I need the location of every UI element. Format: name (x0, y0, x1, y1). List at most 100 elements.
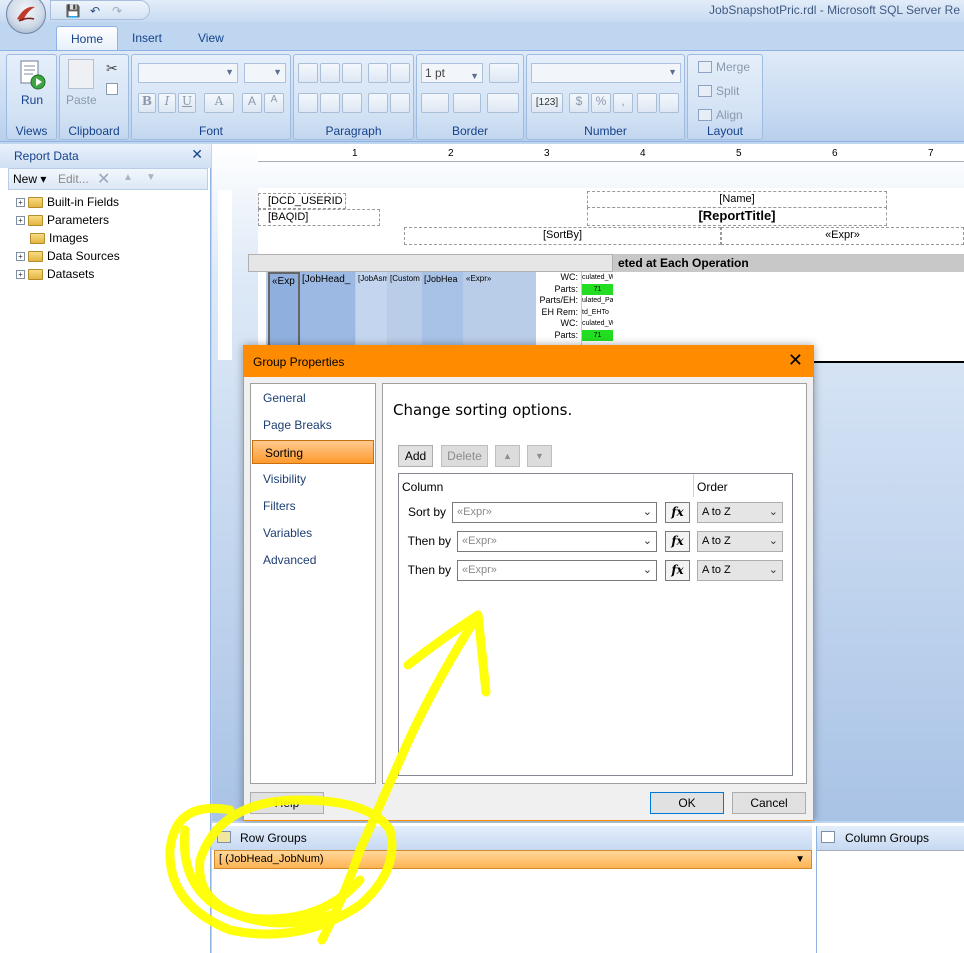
font-name-combo[interactable]: ▼ (138, 63, 238, 83)
merge-button[interactable]: Merge (716, 60, 750, 74)
tablix-header-cell[interactable]: eted at Each Operation (613, 254, 964, 272)
move-down-icon[interactable]: ▼ (527, 445, 552, 467)
tree-item-parameters[interactable]: + Parameters (16, 213, 109, 231)
fill-color-icon[interactable] (489, 63, 519, 83)
bold-icon[interactable]: B (138, 93, 156, 113)
sort-expression-combo[interactable]: «Expr» ⌄ (452, 502, 657, 523)
nav-filters[interactable]: Filters (251, 494, 375, 518)
views-group: Run Views (6, 54, 57, 140)
bottom-align-icon[interactable] (342, 93, 362, 113)
report-body[interactable]: [DCD_USERID [BAQID] [Name] [ReportTitle]… (248, 188, 964, 363)
tablix-column-handles[interactable] (248, 254, 613, 272)
border-style-icon[interactable] (421, 93, 449, 113)
expression-value: «Expr» (457, 506, 492, 518)
decrease-indent-icon[interactable] (368, 63, 388, 83)
row-group-item[interactable]: [ (JobHead_JobNum) ▼ (214, 850, 812, 869)
ok-button[interactable]: OK (650, 792, 724, 814)
sort-order-combo[interactable]: A to Z ⌄ (697, 502, 783, 523)
copy-icon[interactable] (106, 83, 118, 95)
numbering-icon[interactable] (390, 93, 410, 113)
fx-button[interactable]: fx (665, 502, 690, 523)
align-left-icon[interactable] (298, 63, 318, 83)
move-down-icon[interactable]: ▼ (146, 172, 156, 183)
decrease-decimal-icon[interactable] (659, 93, 679, 113)
middle-align-icon[interactable] (320, 93, 340, 113)
tab-view[interactable]: View (184, 26, 238, 50)
new-menu-button[interactable]: New ▾ (13, 172, 46, 186)
nav-general[interactable]: General (251, 386, 375, 410)
office-button[interactable] (6, 0, 46, 34)
delete-button[interactable]: Delete (441, 445, 488, 467)
split-button[interactable]: Split (716, 84, 739, 98)
column-groups-body[interactable] (816, 850, 964, 953)
number-format-combo[interactable]: ▼ (531, 63, 681, 83)
expand-icon[interactable]: + (16, 270, 25, 280)
close-icon[interactable]: ✕ (191, 146, 203, 163)
tree-item-datasets[interactable]: + Datasets (16, 267, 94, 285)
move-up-icon[interactable]: ▲ (123, 172, 133, 183)
sort-order-combo[interactable]: A to Z ⌄ (697, 560, 783, 581)
sort-expression-combo[interactable]: «Expr» ⌄ (457, 560, 657, 581)
font-size-combo[interactable]: ▼ (244, 63, 286, 83)
add-button[interactable]: Add (398, 445, 433, 467)
comma-icon[interactable]: , (613, 93, 633, 113)
close-icon[interactable]: ✕ (788, 350, 803, 371)
tab-insert[interactable]: Insert (118, 26, 176, 50)
nav-visibility[interactable]: Visibility (251, 467, 375, 491)
font-color-icon[interactable]: A (204, 93, 234, 113)
sortby-textbox[interactable]: [SortBy] (404, 227, 721, 245)
tree-item-images[interactable]: Images (30, 231, 88, 249)
currency-icon[interactable]: $ (569, 93, 589, 113)
increase-decimal-icon[interactable] (637, 93, 657, 113)
tab-home[interactable]: Home (56, 26, 119, 50)
paste-icon[interactable] (68, 59, 94, 89)
align-right-icon[interactable] (342, 63, 362, 83)
expand-icon[interactable]: + (16, 198, 25, 208)
align-center-icon[interactable] (320, 63, 340, 83)
nav-sorting[interactable]: Sorting (252, 440, 374, 464)
border-color-icon[interactable] (453, 93, 481, 113)
sort-expression-combo[interactable]: «Expr» ⌄ (457, 531, 657, 552)
fx-button[interactable]: fx (665, 560, 690, 581)
border-width-combo[interactable]: 1 pt ▼ (421, 63, 483, 83)
tree-item-built-in-fields[interactable]: + Built-in Fields (16, 195, 119, 213)
expr-textbox[interactable]: «Expr» (721, 227, 964, 245)
fx-button[interactable]: fx (665, 531, 690, 552)
save-icon[interactable]: 💾 (65, 4, 81, 18)
nav-variables[interactable]: Variables (251, 521, 375, 545)
edit-button[interactable]: Edit... (58, 172, 89, 186)
nav-advanced[interactable]: Advanced (251, 548, 375, 572)
italic-icon[interactable]: I (158, 93, 176, 113)
shrink-font-icon[interactable]: A (264, 93, 284, 113)
baqid-textbox[interactable]: [BAQID] (258, 209, 380, 226)
name-textbox[interactable]: [Name] (587, 191, 887, 208)
tree-item-data-sources[interactable]: + Data Sources (16, 249, 120, 267)
dropdown-arrow-icon[interactable]: ▼ (795, 851, 805, 868)
undo-icon[interactable]: ↶ (87, 4, 103, 18)
delete-icon[interactable]: ✕ (97, 169, 110, 189)
underline-icon[interactable]: U (178, 93, 196, 113)
run-button[interactable]: Run (21, 93, 43, 107)
borders-icon[interactable] (487, 93, 519, 113)
bullets-icon[interactable] (368, 93, 388, 113)
expand-icon[interactable]: + (16, 252, 25, 262)
run-icon[interactable] (17, 59, 47, 91)
help-button[interactable]: Help (250, 792, 324, 814)
paste-button[interactable]: Paste (66, 93, 97, 107)
redo-icon[interactable]: ↷ (109, 4, 125, 18)
placeholder-format-icon[interactable]: [123] (531, 93, 563, 113)
report-title-textbox[interactable]: [ReportTitle] (587, 207, 887, 226)
top-align-icon[interactable] (298, 93, 318, 113)
expand-icon[interactable]: + (16, 216, 25, 226)
sort-order-combo[interactable]: A to Z ⌄ (697, 531, 783, 552)
userid-textbox[interactable]: [DCD_USERID (258, 193, 346, 209)
cancel-button[interactable]: Cancel (732, 792, 806, 814)
nav-page-breaks[interactable]: Page Breaks (251, 413, 375, 437)
increase-indent-icon[interactable] (390, 63, 410, 83)
group-properties-dialog: Group Properties ✕ General Page Breaks S… (243, 345, 814, 821)
cut-icon[interactable]: ✂ (106, 60, 118, 77)
percent-icon[interactable]: % (591, 93, 611, 113)
align-button[interactable]: Align (716, 108, 743, 122)
move-up-icon[interactable]: ▲ (495, 445, 520, 467)
grow-font-icon[interactable]: A (242, 93, 262, 113)
